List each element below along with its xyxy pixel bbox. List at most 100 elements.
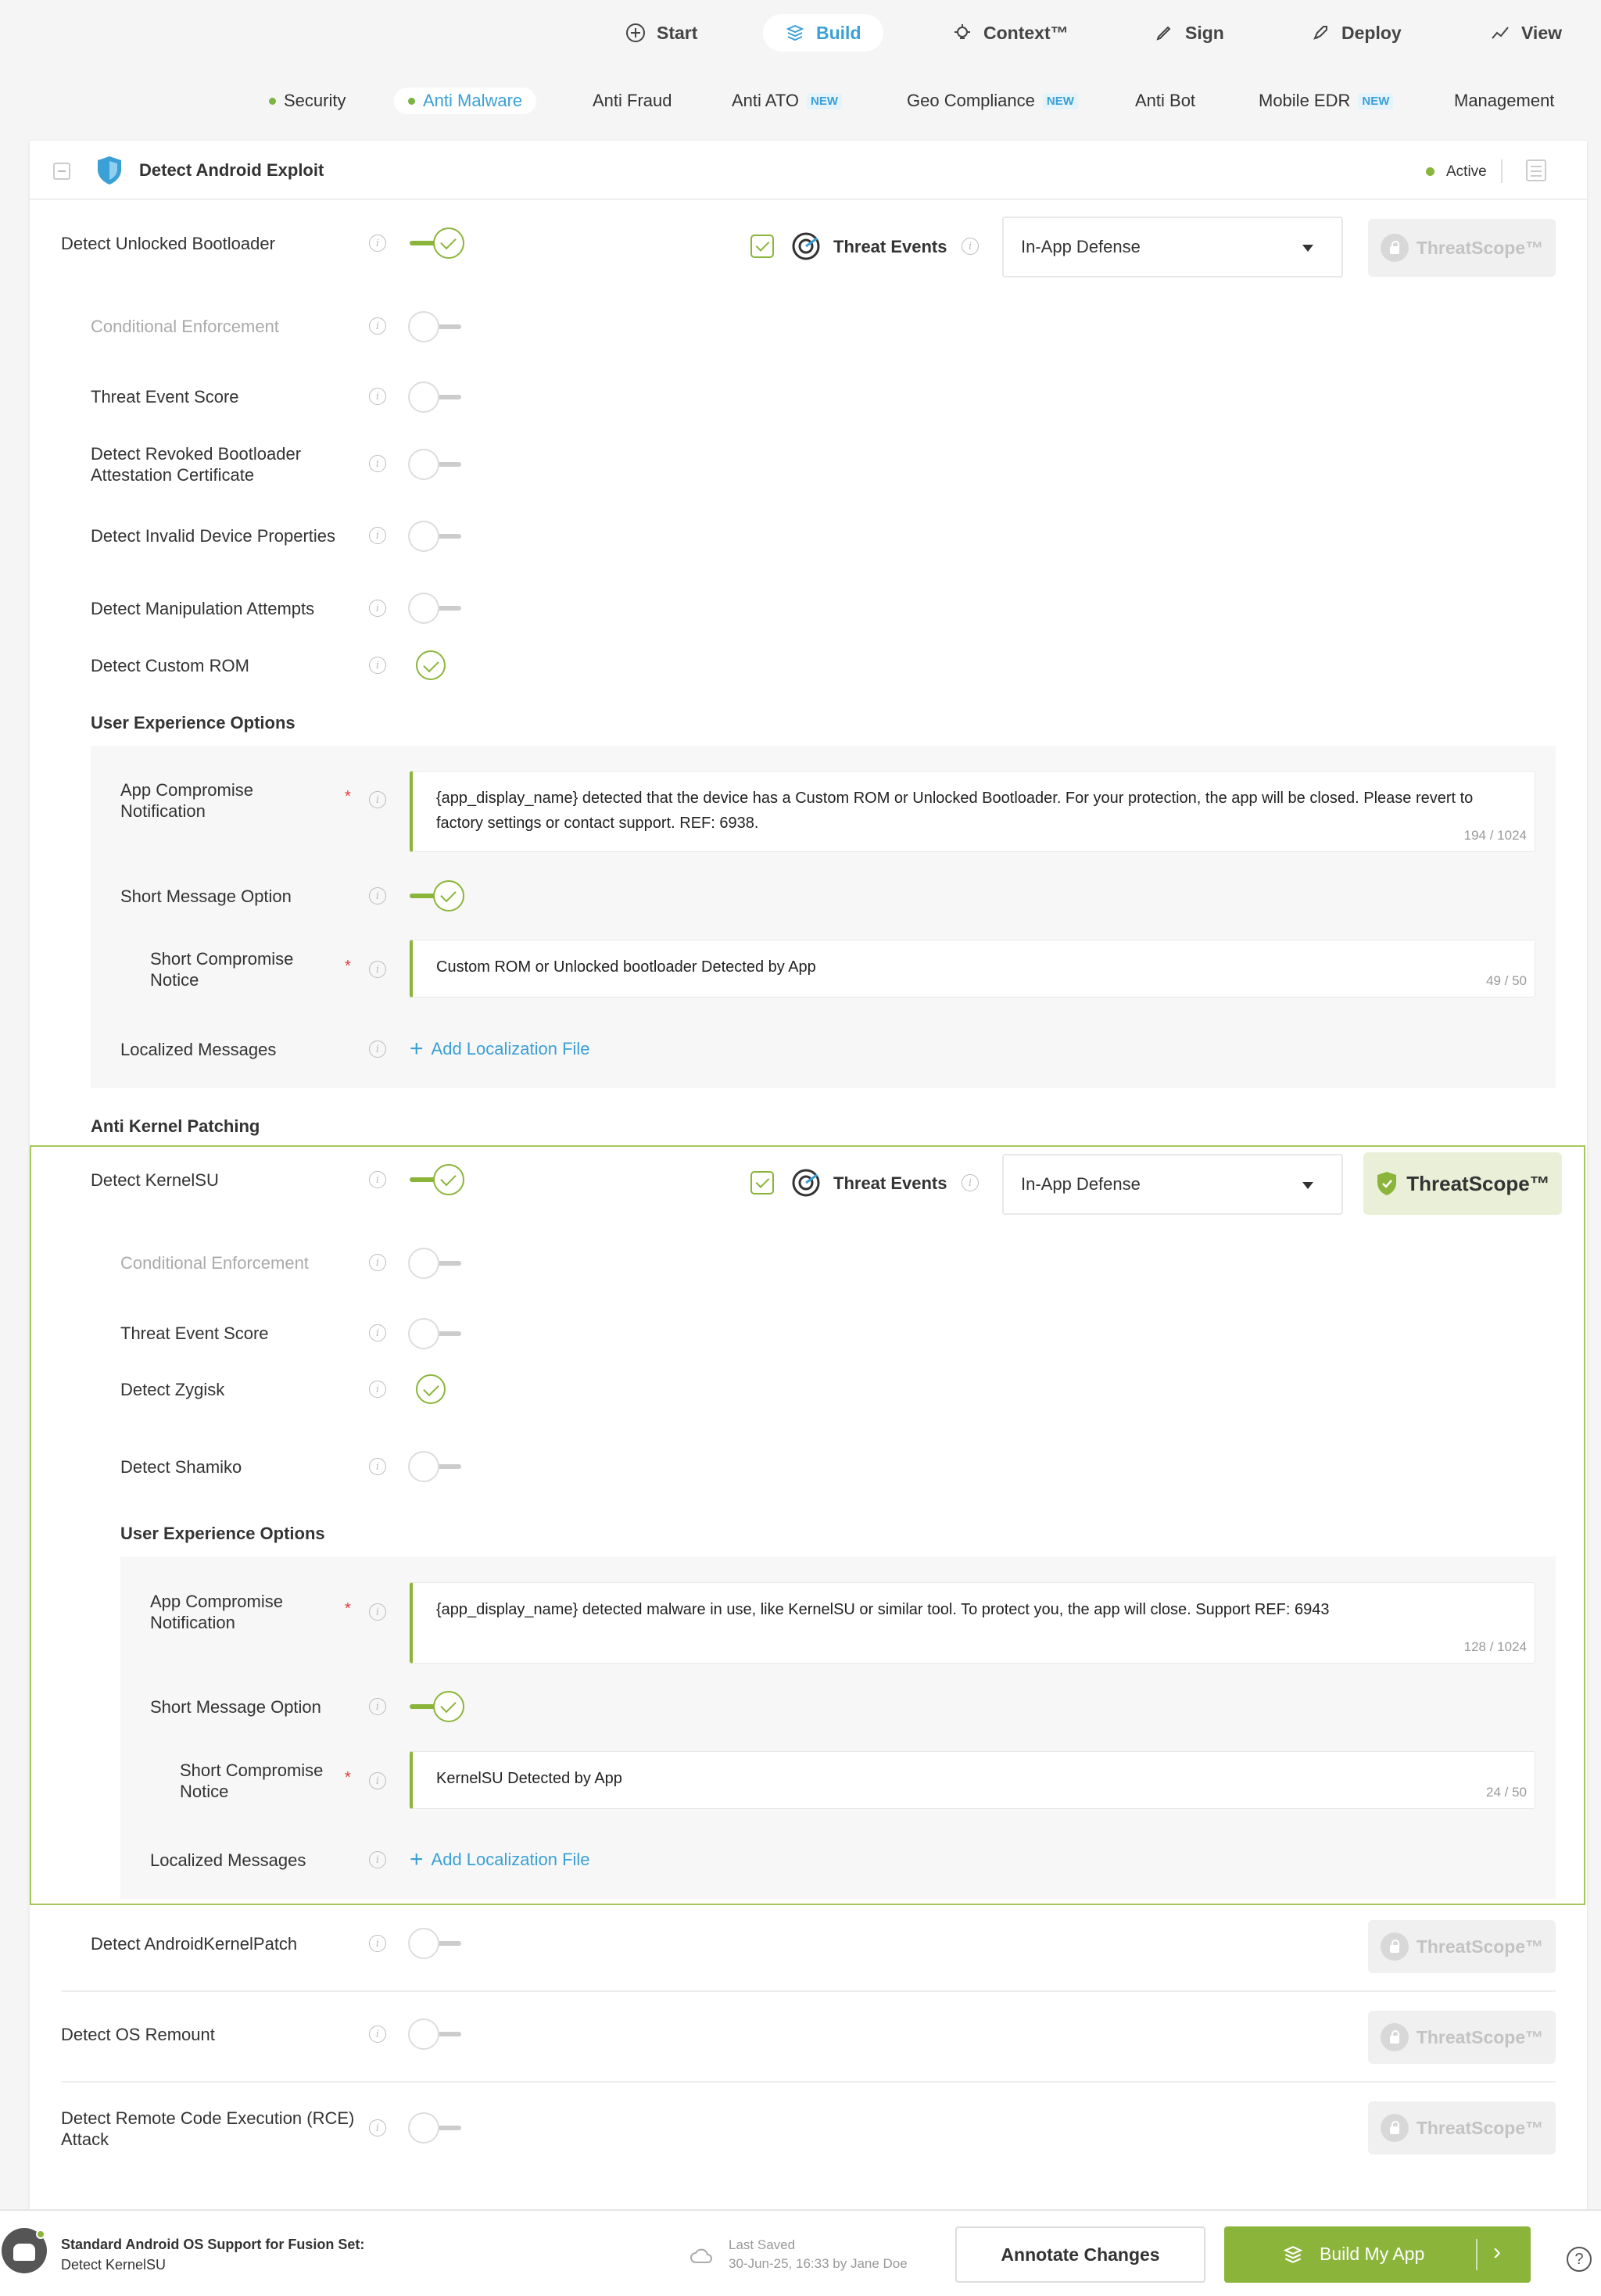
threatscope-button[interactable]: ThreatScope™ <box>1368 2011 1556 2064</box>
manip-toggle[interactable] <box>408 593 464 624</box>
radar-icon <box>792 1169 820 1197</box>
info-icon[interactable]: i <box>369 657 386 674</box>
row-label: Detect Custom ROM <box>91 656 249 675</box>
lock-icon <box>1380 2114 1409 2142</box>
add-localization-link[interactable]: + Add Localization File <box>410 1848 590 1872</box>
info-icon[interactable]: i <box>369 1041 386 1058</box>
nav-sign[interactable]: Sign <box>1154 14 1224 52</box>
nav-start[interactable]: Start <box>625 14 697 52</box>
support-subtitle: Detect KernelSU <box>61 2257 167 2273</box>
zygisk-check[interactable] <box>416 1374 446 1404</box>
subnav-security[interactable]: Security <box>269 88 346 114</box>
help-icon[interactable]: ? <box>1567 2247 1592 2272</box>
threatscope-button[interactable]: ThreatScope™ <box>1363 1152 1562 1215</box>
cloud-save-icon <box>690 2248 712 2263</box>
info-icon[interactable]: i <box>369 1171 386 1188</box>
last-saved-value: 30-Jun-25, 16:33 by Jane Doe <box>729 2256 908 2271</box>
conditional-toggle[interactable] <box>408 311 464 342</box>
info-icon[interactable]: i <box>369 1381 386 1398</box>
nav-context[interactable]: Context™ <box>952 14 1069 52</box>
build-my-app-button[interactable]: Build My App › <box>1224 2226 1531 2283</box>
row-label: Short Compromise Notice <box>180 1761 324 1801</box>
annotate-changes-button[interactable]: Annotate Changes <box>955 2226 1205 2283</box>
response-select[interactable]: In-App Defense <box>1002 217 1343 278</box>
revoked-toggle[interactable] <box>408 449 464 480</box>
notes-icon[interactable] <box>1526 159 1546 181</box>
threat-events-checkbox[interactable] <box>750 1171 774 1195</box>
info-icon[interactable]: i <box>369 600 386 617</box>
info-icon[interactable]: i <box>369 1935 386 1952</box>
notification-textarea[interactable]: {app_display_name} detected that the dev… <box>410 771 1535 852</box>
threat-events-checkbox[interactable] <box>750 235 774 258</box>
bootloader-toggle[interactable] <box>408 227 464 259</box>
info-icon[interactable]: i <box>369 2026 386 2043</box>
invalid-toggle[interactable] <box>408 521 464 552</box>
chevron-right-icon: › <box>1493 2239 1501 2265</box>
shamiko-toggle[interactable] <box>408 1451 464 1482</box>
info-icon[interactable]: i <box>369 2119 386 2137</box>
row-label: Detect OS Remount <box>61 2025 215 2044</box>
info-icon[interactable]: i <box>369 1458 386 1475</box>
row-label: Localized Messages <box>120 1040 277 1059</box>
nav-deploy[interactable]: Deploy <box>1310 14 1402 52</box>
subnav-mobile-edr[interactable]: Mobile EDR NEW <box>1259 88 1394 114</box>
info-icon[interactable]: i <box>369 1254 386 1271</box>
status-dot <box>408 97 415 105</box>
info-icon[interactable]: i <box>369 1603 386 1621</box>
info-icon[interactable]: i <box>962 238 979 255</box>
support-title: Standard Android OS Support for Fusion S… <box>61 2237 365 2252</box>
info-icon[interactable]: i <box>369 887 386 904</box>
os-remount-toggle[interactable] <box>408 2018 464 2050</box>
info-icon[interactable]: i <box>369 1324 386 1341</box>
info-icon[interactable]: i <box>369 388 386 405</box>
info-icon[interactable]: i <box>369 1698 386 1715</box>
lock-icon <box>1380 2023 1409 2051</box>
add-localization-link[interactable]: + Add Localization File <box>410 1037 590 1061</box>
threat-events-label: Threat Events <box>833 1173 947 1193</box>
info-icon[interactable]: i <box>369 1772 386 1789</box>
collapse-icon[interactable] <box>53 163 70 180</box>
char-counter: 49 / 50 <box>1486 973 1527 988</box>
short-message-toggle[interactable] <box>408 1691 464 1722</box>
subnav-anti-ato[interactable]: Anti ATO NEW <box>732 88 843 114</box>
info-icon[interactable]: i <box>369 455 386 472</box>
response-select[interactable]: In-App Defense <box>1002 1154 1343 1215</box>
rce-toggle[interactable] <box>408 2112 464 2144</box>
row-label: Detect Manipulation Attempts <box>91 599 315 618</box>
info-icon[interactable]: i <box>369 235 386 252</box>
subnav-management[interactable]: Management <box>1454 88 1554 114</box>
kernelsu-toggle[interactable] <box>408 1164 464 1195</box>
subnav-anti-fraud[interactable]: Anti Fraud <box>593 88 672 114</box>
subnav-geo-compliance[interactable]: Geo Compliance NEW <box>907 88 1078 114</box>
threatscope-button[interactable]: ThreatScope™ <box>1368 2101 1556 2155</box>
row-label: Detect Zygisk <box>120 1380 225 1399</box>
nav-build[interactable]: Build <box>763 14 883 52</box>
info-icon[interactable]: i <box>369 791 386 808</box>
build-icon <box>1283 2246 1303 2263</box>
short-notice-input[interactable]: KernelSU Detected by App 24 / 50 <box>410 1751 1535 1809</box>
score-toggle[interactable] <box>408 1318 464 1349</box>
subnav-anti-malware[interactable]: Anti Malware <box>394 88 537 114</box>
pen-icon <box>1156 26 1171 41</box>
subnav-anti-bot[interactable]: Anti Bot <box>1135 88 1195 114</box>
conditional-toggle[interactable] <box>408 1248 464 1279</box>
info-icon[interactable]: i <box>369 1851 386 1868</box>
threatscope-button[interactable]: ThreatScope™ <box>1368 219 1556 277</box>
chart-icon <box>1492 27 1509 39</box>
kernelpatch-toggle[interactable] <box>408 1928 464 1959</box>
custom-rom-check[interactable] <box>416 650 446 680</box>
last-saved-label: Last Saved <box>729 2237 796 2252</box>
short-notice-input[interactable]: Custom ROM or Unlocked bootloader Detect… <box>410 940 1535 998</box>
info-icon[interactable]: i <box>369 961 386 978</box>
info-icon[interactable]: i <box>369 317 386 335</box>
required-marker: * <box>345 1600 351 1617</box>
threatscope-button[interactable]: ThreatScope™ <box>1368 1920 1556 1973</box>
notification-textarea[interactable]: {app_display_name} detected malware in u… <box>410 1582 1535 1664</box>
info-icon[interactable]: i <box>962 1174 979 1191</box>
row-label: Threat Event Score <box>91 387 239 407</box>
score-toggle[interactable] <box>408 381 464 413</box>
short-message-toggle[interactable] <box>408 880 464 912</box>
nav-view[interactable]: View <box>1490 14 1562 52</box>
row-label: App Compromise Notification <box>120 780 253 821</box>
info-icon[interactable]: i <box>369 527 386 544</box>
